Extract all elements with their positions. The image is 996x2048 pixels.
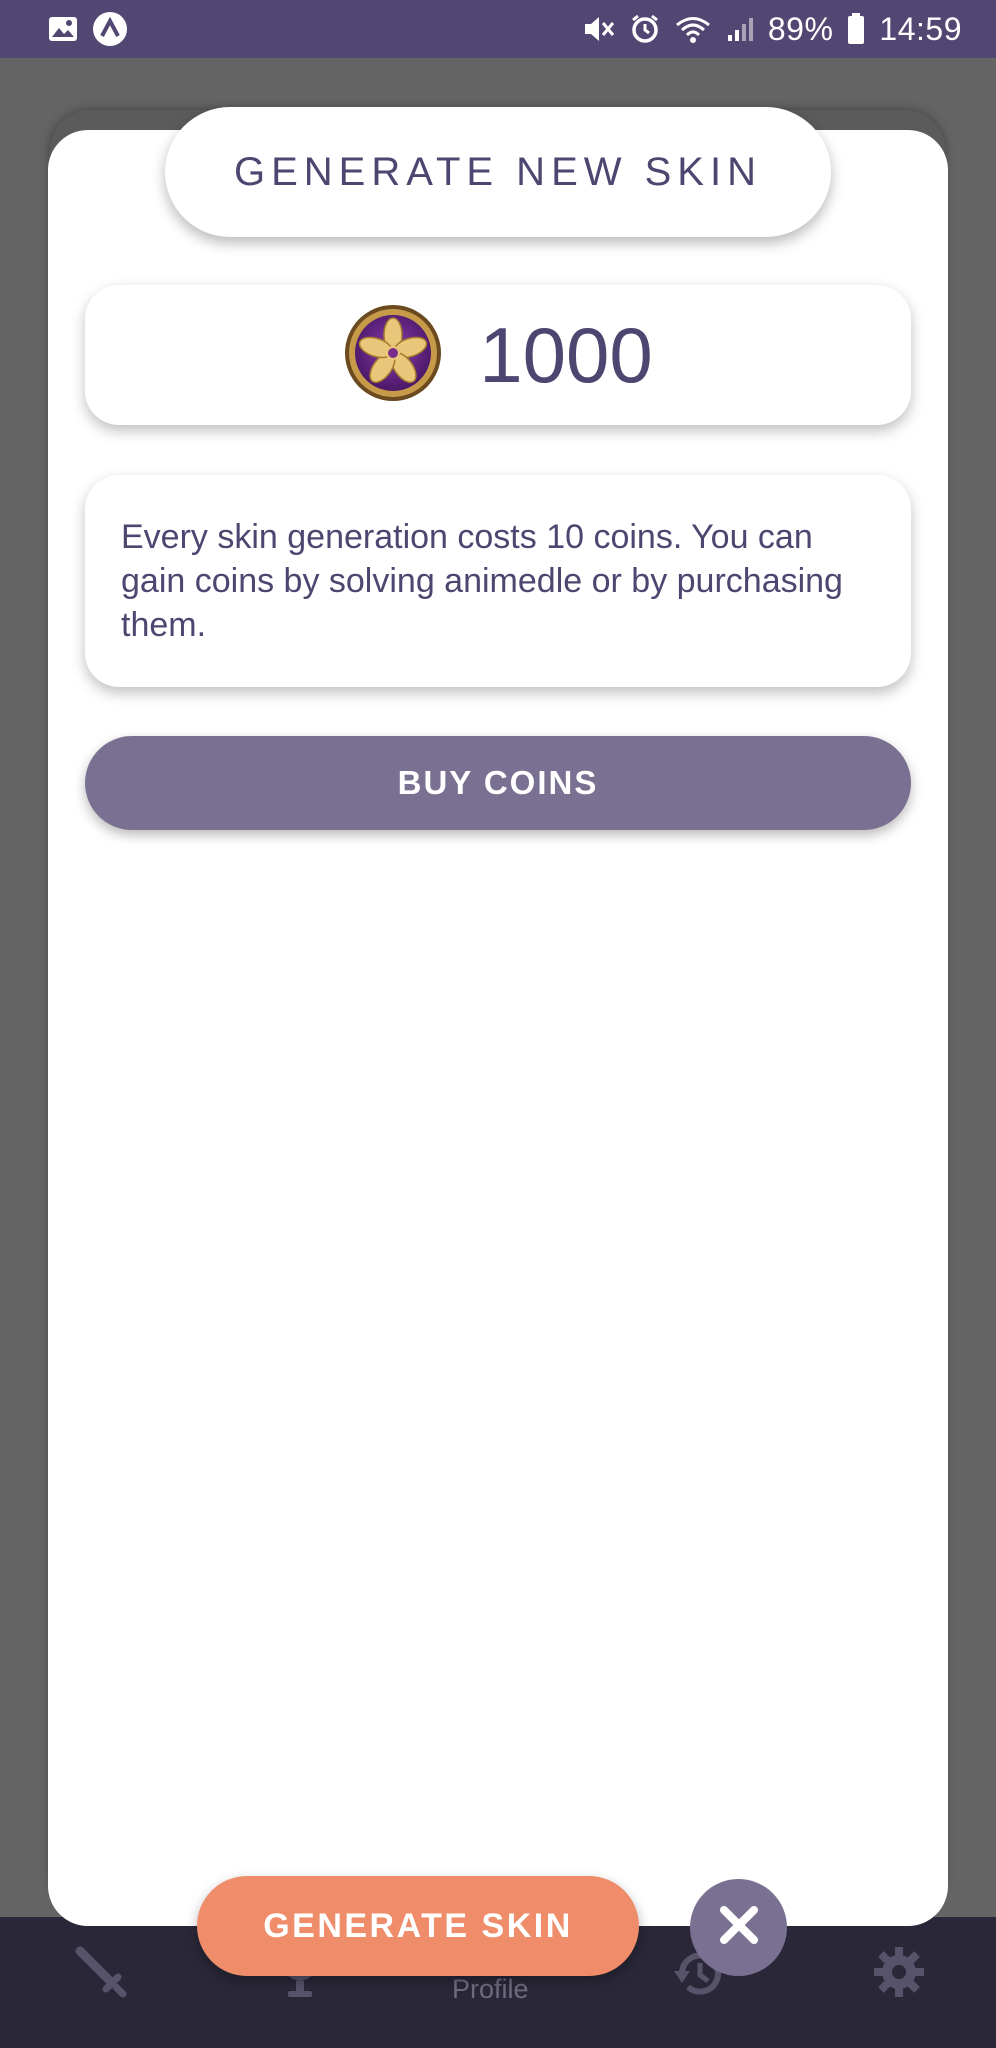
wifi-icon	[674, 14, 712, 44]
flower-coin-icon	[343, 303, 443, 408]
info-card: Every skin generation costs 10 coins. Yo…	[85, 475, 911, 687]
screen: 89% 14:59 Profile GENERATE NEW SKIN 1000…	[0, 0, 996, 2048]
nav-item-settings[interactable]	[870, 1943, 928, 2006]
signal-icon	[726, 15, 754, 43]
app-notification-icon	[92, 11, 128, 47]
coin-balance-card: 1000	[85, 285, 911, 425]
nav-label-profile: Profile	[452, 1974, 529, 2004]
battery-icon	[847, 13, 865, 45]
alarm-icon	[630, 14, 660, 44]
info-text: Every skin generation costs 10 coins. Yo…	[121, 518, 843, 644]
mute-icon	[582, 14, 616, 44]
status-right: 89% 14:59	[582, 11, 962, 48]
modal-title: GENERATE NEW SKIN	[165, 107, 831, 237]
clock: 14:59	[879, 10, 962, 47]
nav-item-battle[interactable]	[72, 1943, 128, 2004]
close-button[interactable]	[690, 1879, 787, 1976]
coin-balance: 1000	[479, 310, 653, 399]
status-left	[48, 11, 128, 47]
buy-coins-button[interactable]: BUY COINS	[85, 736, 911, 830]
gallery-icon	[48, 16, 78, 42]
gear-icon	[870, 1943, 928, 2006]
sword-icon	[72, 1943, 128, 2004]
close-icon	[718, 1904, 760, 1951]
status-bar: 89% 14:59	[0, 0, 996, 58]
generate-skin-button[interactable]: GENERATE SKIN	[197, 1876, 639, 1976]
battery-percent: 89%	[767, 10, 834, 47]
